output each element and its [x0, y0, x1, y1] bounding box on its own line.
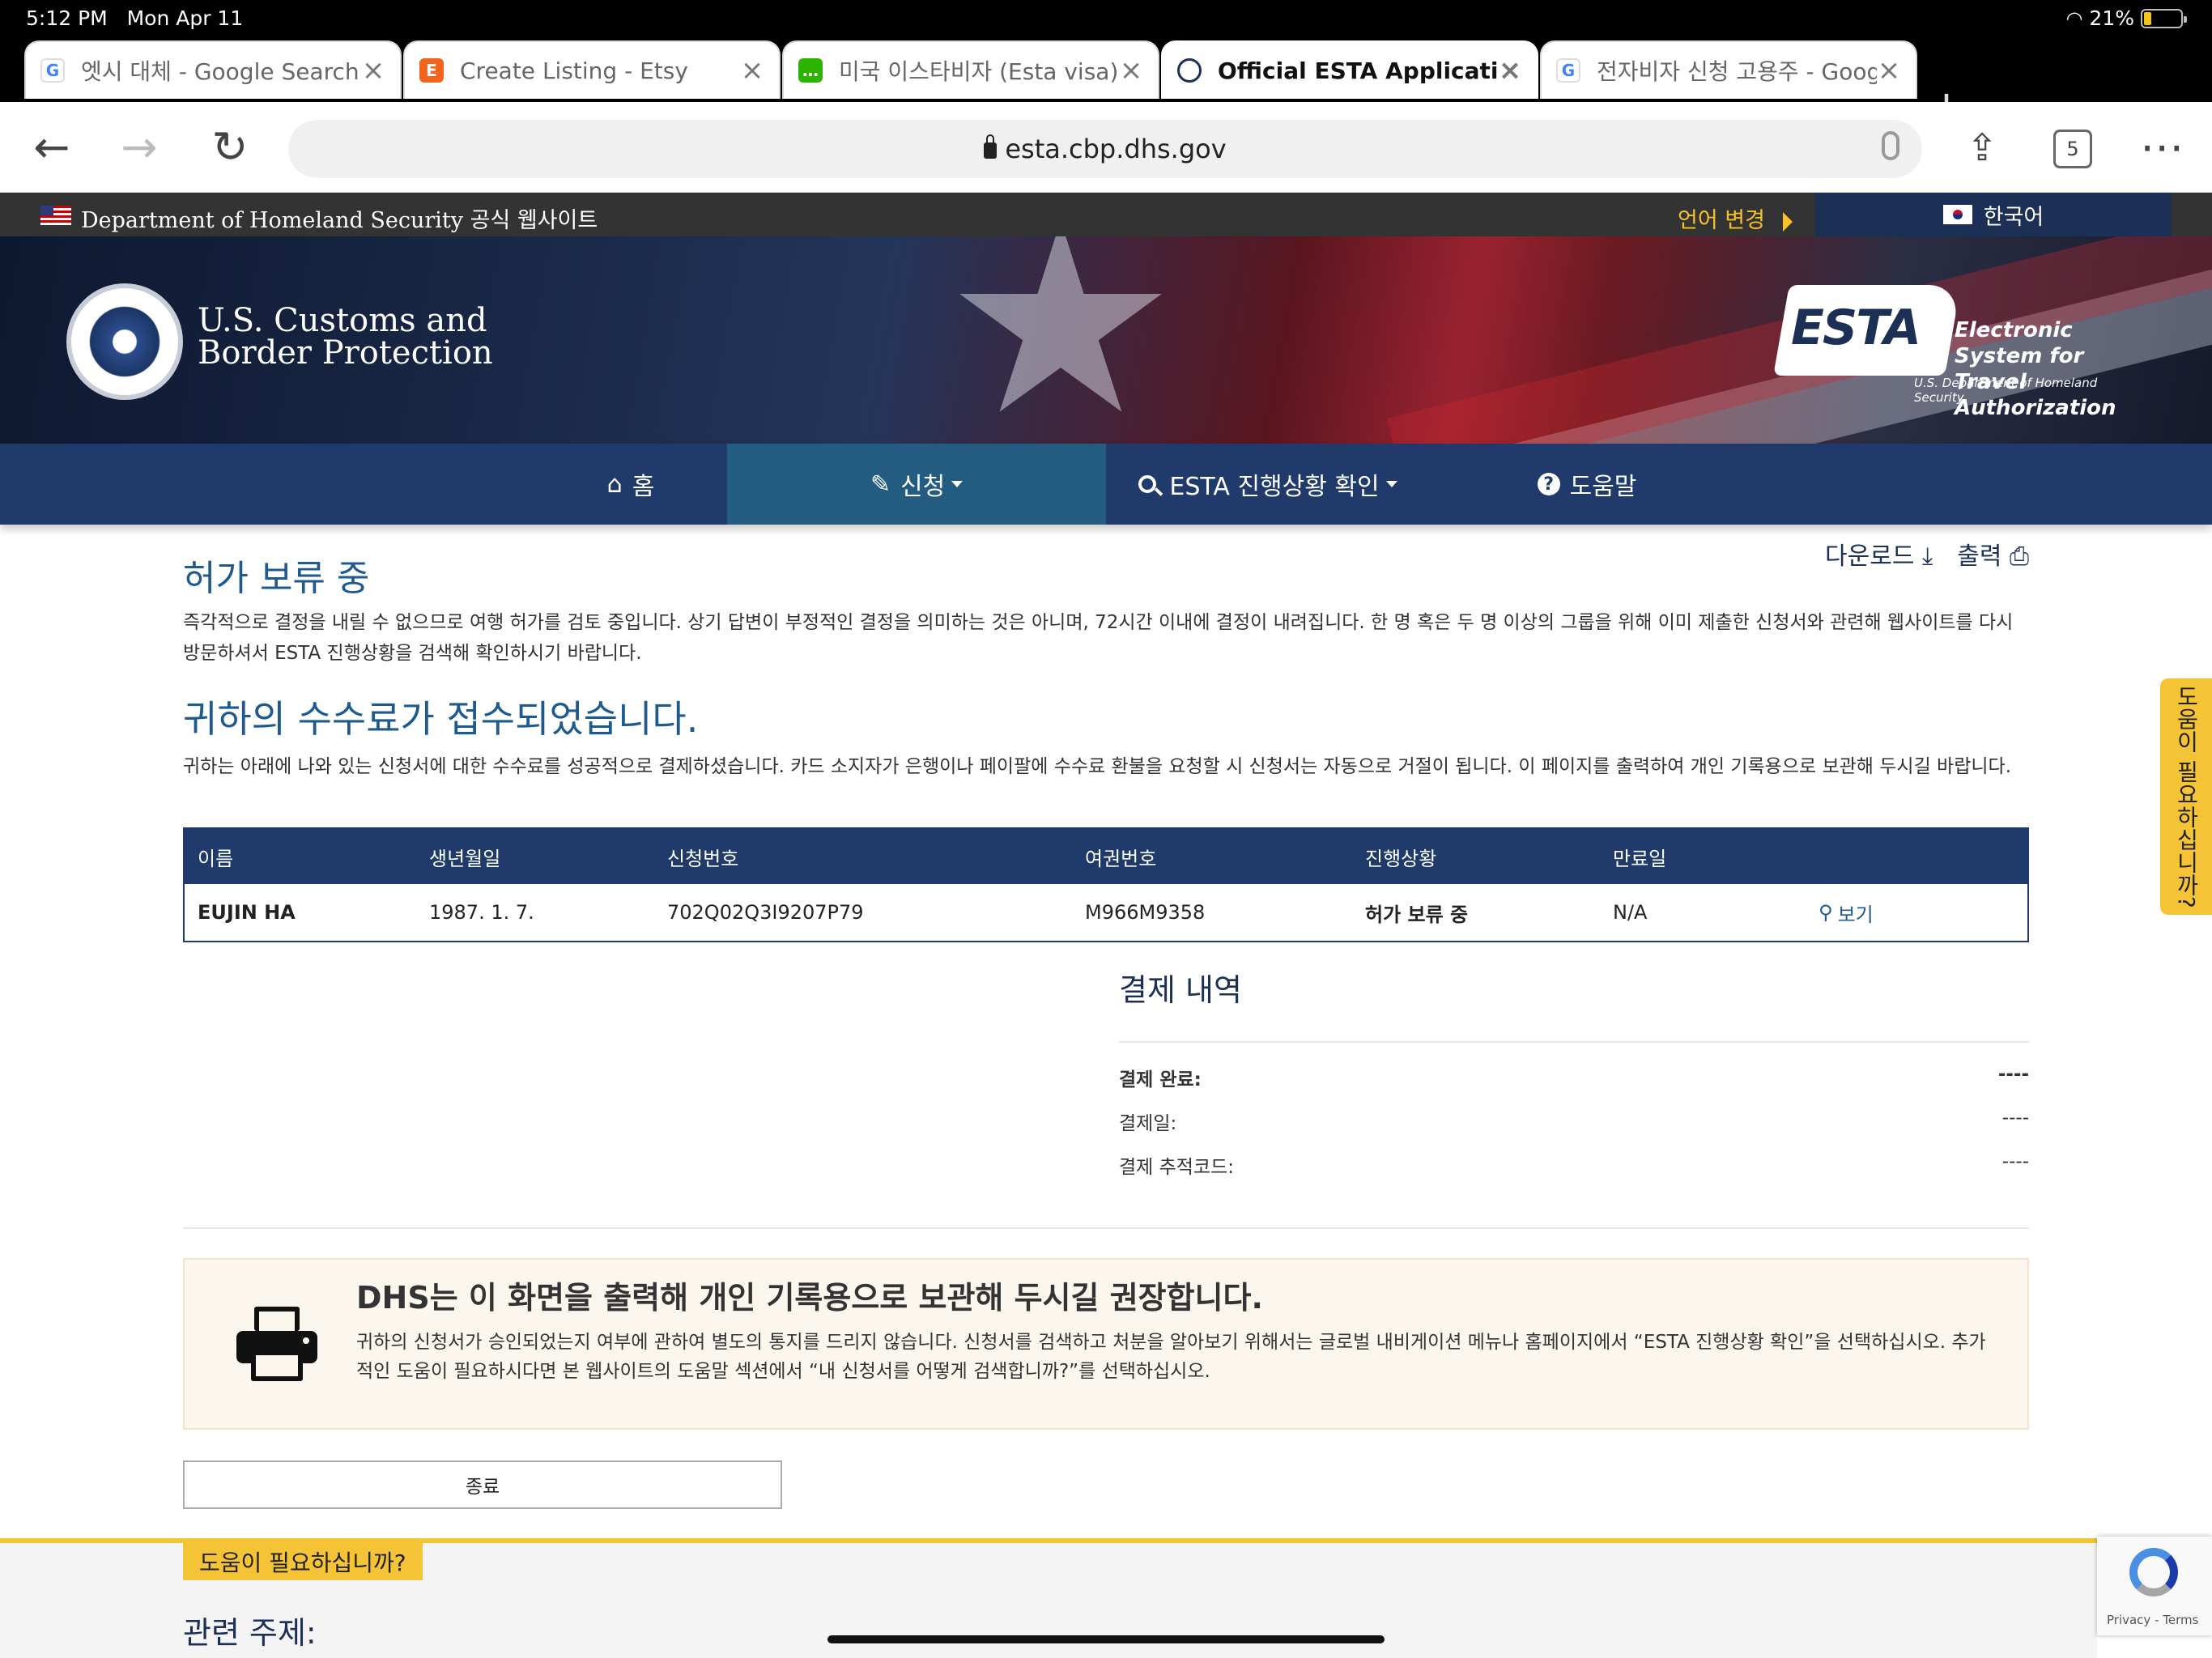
close-tab-icon[interactable]: ×	[740, 54, 764, 87]
download-icon: ⤓	[1921, 542, 1933, 571]
status-right: ◠ 21%	[2065, 6, 2187, 30]
col-passport: 여권번호	[1085, 847, 1157, 870]
url-text: esta.cbp.dhs.gov	[1005, 134, 1227, 164]
gov-banner-text: Department of Homeland Security 공식 웹사이트	[81, 208, 598, 233]
payment-row: 결제일: ----	[1119, 1107, 2029, 1134]
chevron-down-icon	[1385, 481, 1397, 487]
gov-banner: Department of Homeland Security 공식 웹사이트 …	[0, 193, 2212, 236]
payment-row: 결제 추적코드: ----	[1119, 1151, 2029, 1178]
help-icon: ?	[1537, 473, 1560, 495]
language-change-link[interactable]: 언어 변경	[1678, 202, 1793, 234]
print-notice: DHS는 이 화면을 출력해 개인 기록용으로 보관해 두시길 권장합니다. 귀…	[183, 1258, 2029, 1430]
page-actions: 다운로드 ⤓ 출력 ⎙	[1825, 536, 2029, 572]
tab-official-esta[interactable]: Official ESTA Application ×	[1161, 40, 1538, 99]
application-table: 이름 생년월일 신청번호 여권번호 진행상황 만료일 EUJIN HA 1987…	[183, 827, 2029, 942]
microphone-icon[interactable]	[1882, 131, 1899, 160]
cbp-title[interactable]: U.S. Customs and Border Protection	[198, 304, 493, 369]
close-tab-icon[interactable]: ×	[361, 54, 385, 87]
divider	[183, 1227, 2029, 1229]
fee-title: 귀하의 수수료가 접수되었습니다.	[183, 697, 699, 741]
browser-toolbar: ← → ↻ esta.cbp.dhs.gov ⇪ 5 ⋯	[0, 102, 2212, 193]
tab-esta-visa[interactable]: … 미국 이스타비자 (Esta visa) ×	[782, 40, 1159, 99]
nav-apply[interactable]: ✎ 신청	[727, 444, 1106, 525]
esta-logo[interactable]: ESTA Electronic System for Travel Authori…	[1773, 285, 2146, 420]
site-header: U.S. Customs and Border Protection ESTA …	[0, 236, 2212, 444]
search-icon: ⚲	[1819, 901, 1833, 924]
battery-percent: 21%	[2089, 6, 2134, 30]
applicant-dob: 1987. 1. 7.	[429, 901, 534, 924]
google-icon: G	[1556, 58, 1580, 83]
dhs-seal-icon	[1177, 58, 1202, 83]
share-icon[interactable]: ⇪	[1958, 125, 2006, 173]
more-icon[interactable]: ⋯	[2138, 125, 2186, 173]
main-nav: ⌂ 홈 ✎ 신청 ESTA 진행상황 확인 ? 도움말	[0, 444, 2212, 525]
view-link[interactable]: ⚲ 보기	[1819, 884, 1874, 941]
col-expiry: 만료일	[1613, 847, 1667, 870]
notice-text: 귀하의 신청서가 승인되었는지 여부에 관하여 별도의 통지를 드리지 않습니다…	[356, 1332, 1986, 1382]
close-button[interactable]: 종료	[183, 1460, 782, 1509]
recaptcha-icon	[2129, 1548, 2178, 1596]
dhs-seal-logo[interactable]	[66, 283, 183, 400]
tab-google-evisa[interactable]: G 전자비자 신청 고용주 - Goog ×	[1540, 40, 1917, 99]
wifi-icon: ◠	[2065, 6, 2083, 30]
pencil-icon: ✎	[870, 470, 891, 499]
tab-etsy[interactable]: E Create Listing - Etsy ×	[403, 40, 781, 99]
google-icon: G	[40, 58, 65, 83]
reload-icon[interactable]: ↻	[206, 125, 254, 173]
lock-icon	[984, 134, 998, 159]
recaptcha-badge[interactable]: Privacy - Terms	[2097, 1537, 2212, 1635]
col-app-number: 신청번호	[667, 847, 739, 870]
payment-details: 결제 내역 결제 완료: ---- 결제일: ---- 결제 추적코드: ----	[1119, 965, 2029, 1184]
col-dob: 생년월일	[429, 847, 501, 870]
col-name: 이름	[198, 847, 234, 870]
close-tab-icon[interactable]: ×	[1498, 54, 1522, 87]
nav-help[interactable]: ? 도움말	[1522, 444, 1652, 525]
passport-number: M966M9358	[1085, 901, 1206, 924]
print-link[interactable]: 출력 ⎙	[1957, 536, 2029, 572]
etsy-icon: E	[419, 58, 444, 83]
search-icon	[1138, 475, 1157, 493]
tab-bar: G 엣시 대체 - Google Search × E Create Listi…	[0, 37, 2212, 129]
nav-home[interactable]: ⌂ 홈	[534, 444, 727, 525]
related-topics-title: 관련 주제:	[183, 1615, 317, 1651]
chevron-down-icon	[951, 481, 963, 487]
application-status: 허가 보류 중	[1365, 903, 1469, 926]
status-time: 5:12 PM Mon Apr 11	[26, 6, 244, 30]
applicant-name: EUJIN HA	[198, 901, 296, 924]
blog-icon: …	[798, 58, 823, 83]
printer-icon	[236, 1307, 317, 1381]
forward-icon[interactable]: →	[115, 125, 164, 173]
table-header: 이름 생년월일 신청번호 여권번호 진행상황 만료일	[185, 829, 2027, 884]
notice-title: DHS는 이 화면을 출력해 개인 기록용으로 보관해 두시길 권장합니다.	[356, 1280, 1263, 1316]
home-icon: ⌂	[606, 470, 623, 499]
close-tab-icon[interactable]: ×	[1877, 54, 1901, 87]
fee-text: 귀하는 아래에 나와 있는 신청서에 대한 수수료를 성공적으로 결제하셨습니다…	[183, 756, 2012, 777]
payment-row: 결제 완료: ----	[1119, 1064, 2029, 1090]
expiry-date: N/A	[1613, 901, 1648, 924]
table-row: EUJIN HA 1987. 1. 7. 702Q02Q3I9207P79 M9…	[185, 884, 2027, 941]
print-icon: ⎙	[2010, 542, 2029, 571]
pending-title: 허가 보류 중	[183, 558, 370, 599]
battery-icon	[2141, 8, 2187, 28]
current-language-button[interactable]: 한국어	[1815, 193, 2172, 236]
pending-text: 즉각적으로 결정을 내릴 수 없으므로 여행 허가를 검토 중입니다. 상기 답…	[183, 612, 2014, 664]
payment-title: 결제 내역	[1119, 965, 2029, 1043]
help-tag: 도움이 필요하십니까?	[183, 1543, 423, 1580]
application-number: 702Q02Q3I9207P79	[667, 901, 864, 924]
tab-count-button[interactable]: 5	[2053, 130, 2092, 168]
col-status: 진행상황	[1365, 847, 1437, 870]
side-help-tab[interactable]: 도움이 필요하십니까?	[2160, 678, 2212, 915]
back-icon[interactable]: ←	[28, 125, 76, 173]
download-link[interactable]: 다운로드 ⤓	[1825, 536, 1933, 572]
flag-star	[959, 236, 1162, 412]
home-indicator[interactable]	[827, 1635, 1385, 1643]
address-bar[interactable]: esta.cbp.dhs.gov	[288, 120, 1922, 178]
close-tab-icon[interactable]: ×	[1119, 54, 1143, 87]
nav-check-status[interactable]: ESTA 진행상황 확인	[1106, 444, 1430, 525]
status-bar: 5:12 PM Mon Apr 11 ◠ 21%	[0, 0, 2212, 37]
tab-google-search[interactable]: G 엣시 대체 - Google Search ×	[24, 40, 402, 99]
korea-flag-icon	[1942, 205, 1972, 224]
us-flag-icon	[40, 206, 71, 225]
